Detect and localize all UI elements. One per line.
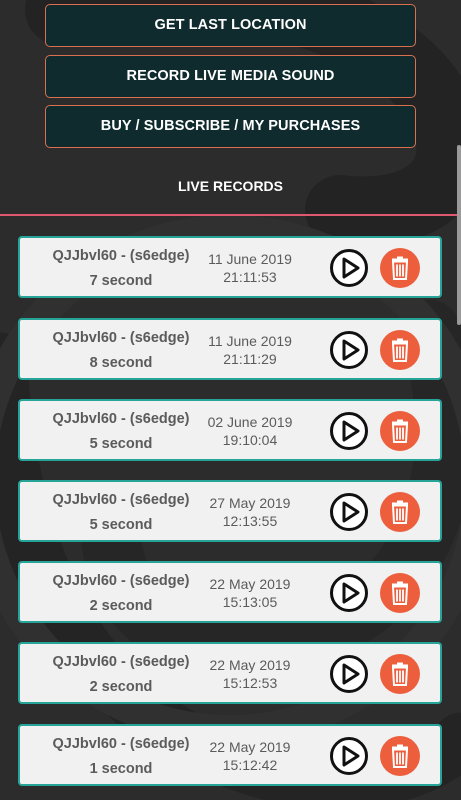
record-duration: 7 second xyxy=(89,273,153,289)
record-item[interactable]: QJJbvl60 - (s6edge) 5 second 02 June 201… xyxy=(18,399,442,461)
record-duration: 2 second xyxy=(89,679,153,695)
record-item[interactable]: QJJbvl60 - (s6edge) 5 second 27 May 2019… xyxy=(18,480,442,542)
play-icon[interactable] xyxy=(329,492,369,532)
record-name: QJJbvl60 - (s6edge) xyxy=(52,248,190,264)
record-duration: 5 second xyxy=(89,517,153,533)
record-date: 11 June 2019 xyxy=(208,251,292,267)
delete-trash-icon[interactable] xyxy=(380,411,420,451)
delete-trash-icon[interactable] xyxy=(380,736,420,776)
buy-subscribe-purchases-button[interactable]: BUY / SUBSCRIBE / MY PURCHASES xyxy=(45,105,416,148)
delete-trash-icon[interactable] xyxy=(380,248,420,288)
delete-trash-icon[interactable] xyxy=(380,654,420,694)
record-time: 15:12:53 xyxy=(222,675,278,691)
record-date: 27 May 2019 xyxy=(209,495,291,511)
live-records-title: LIVE RECORDS xyxy=(177,178,283,194)
record-time: 21:11:29 xyxy=(223,351,277,367)
record-date: 22 May 2019 xyxy=(209,657,291,673)
record-item[interactable]: QJJbvl60 - (s6edge) 1 second 22 May 2019… xyxy=(18,724,442,786)
play-icon[interactable] xyxy=(329,654,369,694)
record-item[interactable]: QJJbvl60 - (s6edge) 8 second 11 June 201… xyxy=(18,318,442,380)
record-time: 21:11:53 xyxy=(223,269,277,285)
record-name: QJJbvl60 - (s6edge) xyxy=(52,573,190,589)
record-name: QJJbvl60 - (s6edge) xyxy=(52,330,190,346)
record-duration: 2 second xyxy=(89,598,153,614)
record-duration: 8 second xyxy=(89,355,153,371)
record-name: QJJbvl60 - (s6edge) xyxy=(52,411,190,427)
play-icon[interactable] xyxy=(329,248,369,288)
record-date: 11 June 2019 xyxy=(208,333,292,349)
record-date: 02 June 2019 xyxy=(207,414,293,430)
play-icon[interactable] xyxy=(329,736,369,776)
record-name: QJJbvl60 - (s6edge) xyxy=(52,736,190,752)
record-duration: 1 second xyxy=(89,761,153,777)
record-name: QJJbvl60 - (s6edge) xyxy=(52,492,190,508)
record-date: 22 May 2019 xyxy=(209,739,291,755)
record-time: 15:13:05 xyxy=(222,594,278,610)
delete-trash-icon[interactable] xyxy=(380,573,420,613)
scrollbar[interactable] xyxy=(457,145,461,325)
record-name: QJJbvl60 - (s6edge) xyxy=(52,654,190,670)
record-item[interactable]: QJJbvl60 - (s6edge) 7 second 11 June 201… xyxy=(18,236,442,298)
record-item[interactable]: QJJbvl60 - (s6edge) 2 second 22 May 2019… xyxy=(18,561,442,623)
record-date: 22 May 2019 xyxy=(209,576,291,592)
play-icon[interactable] xyxy=(329,411,369,451)
record-duration: 5 second xyxy=(89,436,153,452)
section-divider xyxy=(0,214,461,216)
play-icon[interactable] xyxy=(329,573,369,613)
delete-trash-icon[interactable] xyxy=(380,492,420,532)
play-icon[interactable] xyxy=(329,330,369,370)
record-live-media-sound-button[interactable]: RECORD LIVE MEDIA SOUND xyxy=(45,55,416,98)
record-time: 15:12:42 xyxy=(222,757,278,773)
record-item[interactable]: QJJbvl60 - (s6edge) 2 second 22 May 2019… xyxy=(18,642,442,704)
record-time: 12:13:55 xyxy=(222,513,278,529)
get-last-location-button[interactable]: GET LAST LOCATION xyxy=(45,4,416,47)
record-time: 19:10:04 xyxy=(222,432,278,448)
delete-trash-icon[interactable] xyxy=(380,330,420,370)
